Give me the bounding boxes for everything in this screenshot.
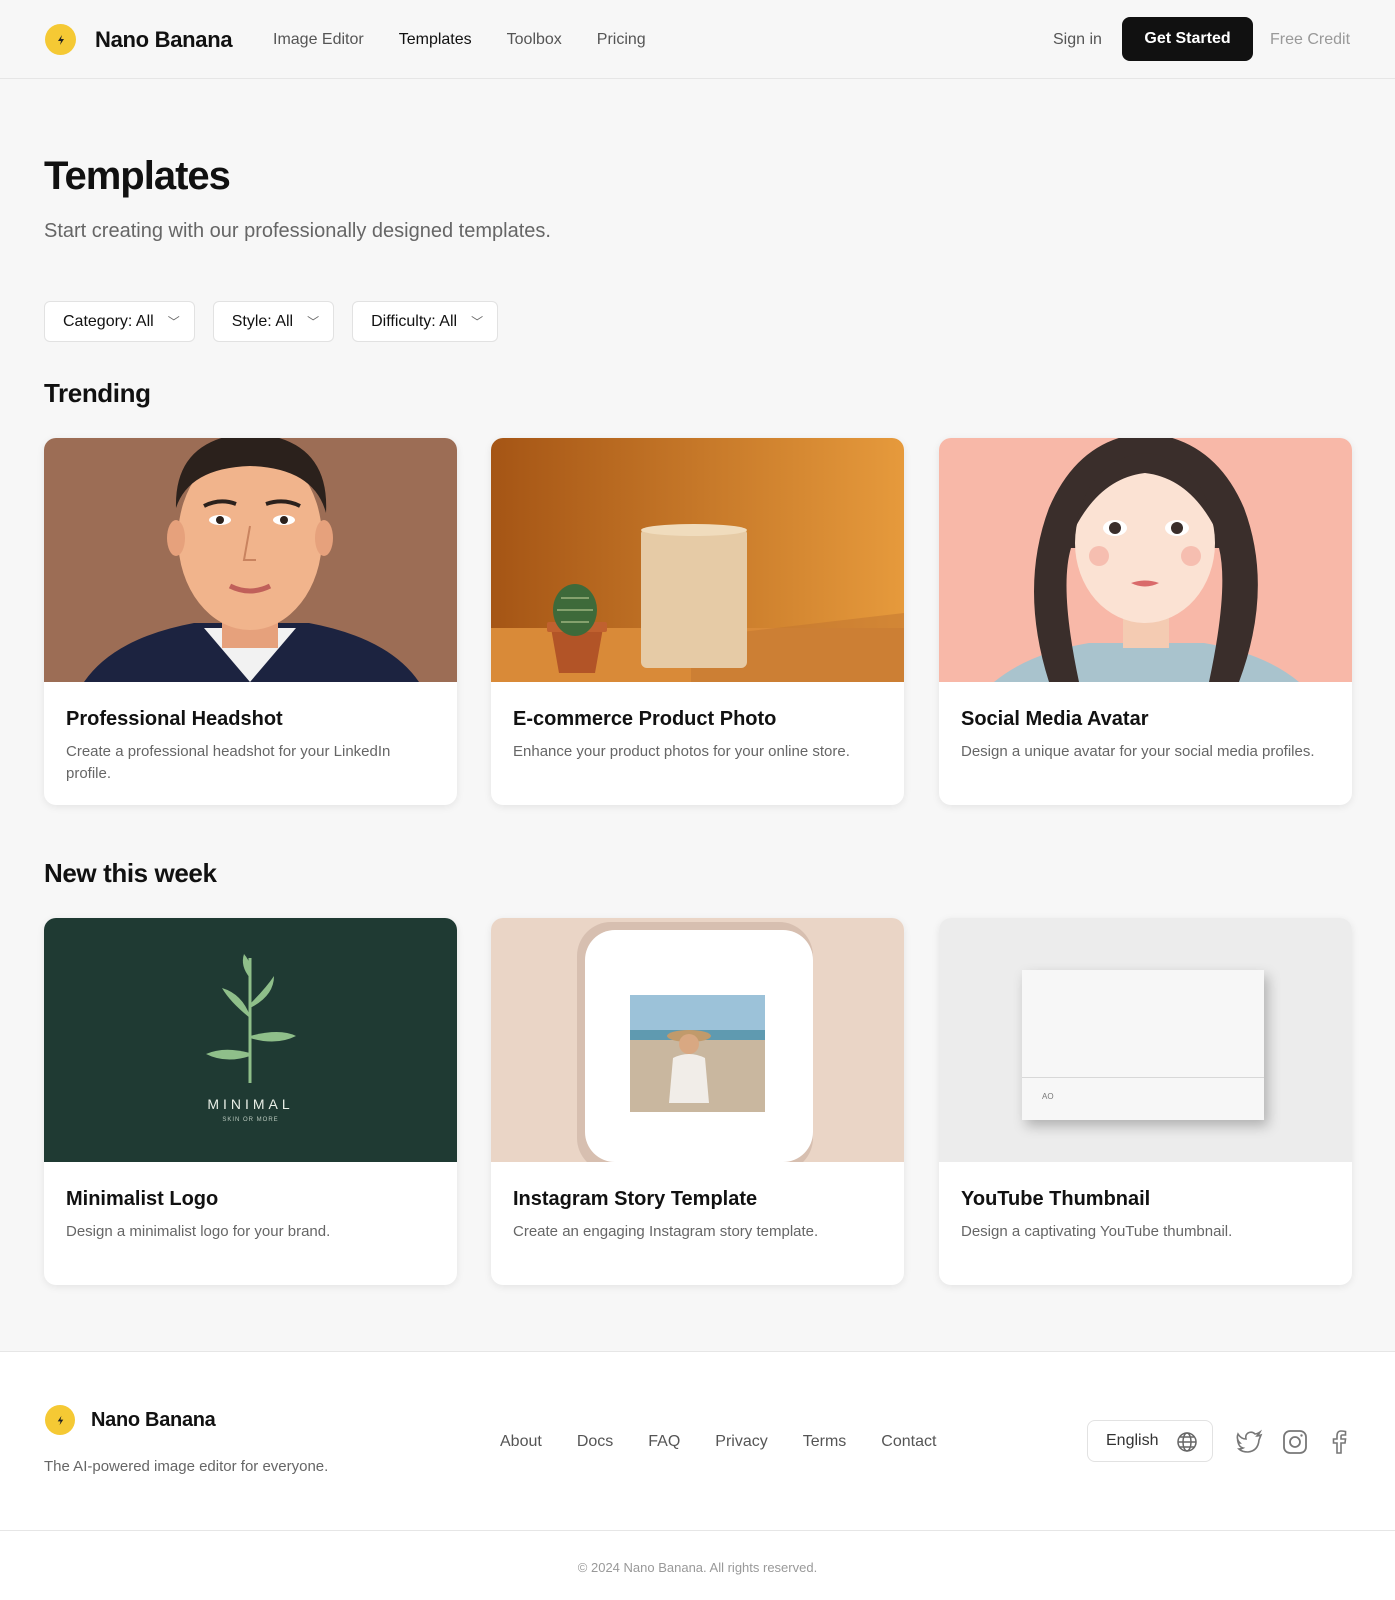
site-footer: Nano Banana The AI-powered image editor … — [0, 1351, 1395, 1600]
card-title: Professional Headshot — [66, 708, 283, 730]
card-title: Social Media Avatar — [961, 708, 1149, 730]
language-label: English — [1106, 1432, 1159, 1449]
avatar-thumbnail — [939, 438, 1352, 682]
instagram-story-thumbnail — [491, 918, 904, 1162]
headshot-thumbnail — [44, 438, 457, 682]
footer-link-docs[interactable]: Docs — [577, 1432, 613, 1452]
footer-link-contact[interactable]: Contact — [881, 1432, 936, 1452]
difficulty-filter-label: Difficulty: All — [371, 312, 458, 330]
youtube-thumbnail-preview: AO — [939, 918, 1352, 1162]
footer-link-about[interactable]: About — [500, 1432, 542, 1452]
card-description: Create an engaging Instagram story templ… — [513, 1223, 819, 1240]
nav-image-editor[interactable]: Image Editor — [273, 30, 364, 50]
logo-thumbnail: MINIMAL SKIN OR MORE — [44, 918, 457, 1162]
page-subtitle: Start creating with our professionally d… — [44, 220, 551, 242]
card-description: Design a minimalist logo for your brand. — [66, 1223, 331, 1240]
card-description: Design a captivating YouTube thumbnail. — [961, 1223, 1233, 1240]
nav-toolbox[interactable]: Toolbox — [507, 30, 562, 50]
footer-link-faq[interactable]: FAQ — [648, 1432, 680, 1452]
card-description: Enhance your product photos for your onl… — [513, 743, 850, 760]
template-card[interactable]: MINIMAL SKIN OR MORE Minimalist Logo Des… — [44, 918, 457, 1285]
logo-tagline: SKIN OR MORE — [222, 1117, 279, 1123]
new-this-week-grid: MINIMAL SKIN OR MORE Minimalist Logo Des… — [44, 918, 1352, 1285]
facebook-icon[interactable] — [1325, 1428, 1353, 1456]
template-card[interactable]: Instagram Story Template Create an engag… — [491, 918, 904, 1285]
style-filter[interactable]: Style: All ﹀ — [212, 301, 335, 342]
banana-logo-icon — [45, 1405, 75, 1435]
page-title: Templates — [44, 154, 231, 198]
card-description: Create a professional headshot for your … — [66, 743, 391, 782]
product-photo-thumbnail — [491, 438, 904, 682]
twitter-icon[interactable] — [1236, 1428, 1264, 1456]
globe-icon — [1177, 1432, 1197, 1452]
trending-heading: Trending — [44, 378, 151, 408]
footer-link-privacy[interactable]: Privacy — [715, 1432, 767, 1452]
banana-logo-icon — [45, 24, 76, 55]
footer-brand-name: Nano Banana — [91, 1408, 216, 1431]
footer-brand-logo[interactable]: Nano Banana — [45, 1405, 216, 1435]
chevron-down-icon: ﹀ — [471, 315, 484, 329]
card-title: YouTube Thumbnail — [961, 1188, 1151, 1210]
category-filter[interactable]: Category: All ﹀ — [44, 301, 195, 342]
trending-grid: Professional Headshot Create a professio… — [44, 438, 1352, 805]
instagram-icon[interactable] — [1281, 1428, 1309, 1456]
filter-bar: Category: All ﹀ Style: All ﹀ Difficulty:… — [44, 301, 516, 342]
template-card[interactable]: Professional Headshot Create a professio… — [44, 438, 457, 805]
footer-links: About Docs FAQ Privacy Terms Contact — [500, 1432, 971, 1452]
category-filter-label: Category: All — [63, 312, 154, 330]
logo-wordmark: MINIMAL — [207, 1096, 294, 1112]
brand-name: Nano Banana — [95, 26, 233, 52]
brand-logo[interactable]: Nano Banana — [45, 24, 233, 55]
card-title: Instagram Story Template — [513, 1188, 758, 1210]
card-title: E-commerce Product Photo — [513, 708, 777, 730]
difficulty-filter[interactable]: Difficulty: All ﹀ — [352, 301, 499, 342]
mockup-label: AO — [1042, 1092, 1054, 1101]
sign-in-link[interactable]: Sign in — [1053, 30, 1102, 50]
chevron-down-icon: ﹀ — [307, 315, 320, 329]
footer-divider — [0, 1530, 1395, 1531]
nav-templates[interactable]: Templates — [399, 30, 472, 50]
footer-link-terms[interactable]: Terms — [803, 1432, 847, 1452]
chevron-down-icon: ﹀ — [167, 315, 180, 329]
card-description: Design a unique avatar for your social m… — [961, 743, 1315, 760]
free-credit-link[interactable]: Free Credit — [1270, 30, 1350, 50]
style-filter-label: Style: All — [231, 312, 294, 330]
get-started-button[interactable]: Get Started — [1122, 17, 1253, 61]
template-card[interactable]: Social Media Avatar Design a unique avat… — [939, 438, 1352, 805]
template-card[interactable]: AO YouTube Thumbnail Design a captivatin… — [939, 918, 1352, 1285]
copyright-text: © 2024 Nano Banana. All rights reserved. — [577, 1560, 818, 1575]
main-nav: Image Editor Templates Toolbox Pricing — [273, 30, 681, 50]
nav-pricing[interactable]: Pricing — [597, 30, 646, 50]
thumbnail-mockup: AO — [1022, 970, 1264, 1120]
template-card[interactable]: E-commerce Product Photo Enhance your pr… — [491, 438, 904, 805]
footer-tagline: The AI-powered image editor for everyone… — [44, 1458, 329, 1475]
site-header: Nano Banana Image Editor Templates Toolb… — [0, 0, 1395, 79]
language-selector[interactable]: English — [1087, 1420, 1213, 1462]
card-title: Minimalist Logo — [66, 1188, 219, 1210]
new-this-week-heading: New this week — [44, 858, 217, 888]
